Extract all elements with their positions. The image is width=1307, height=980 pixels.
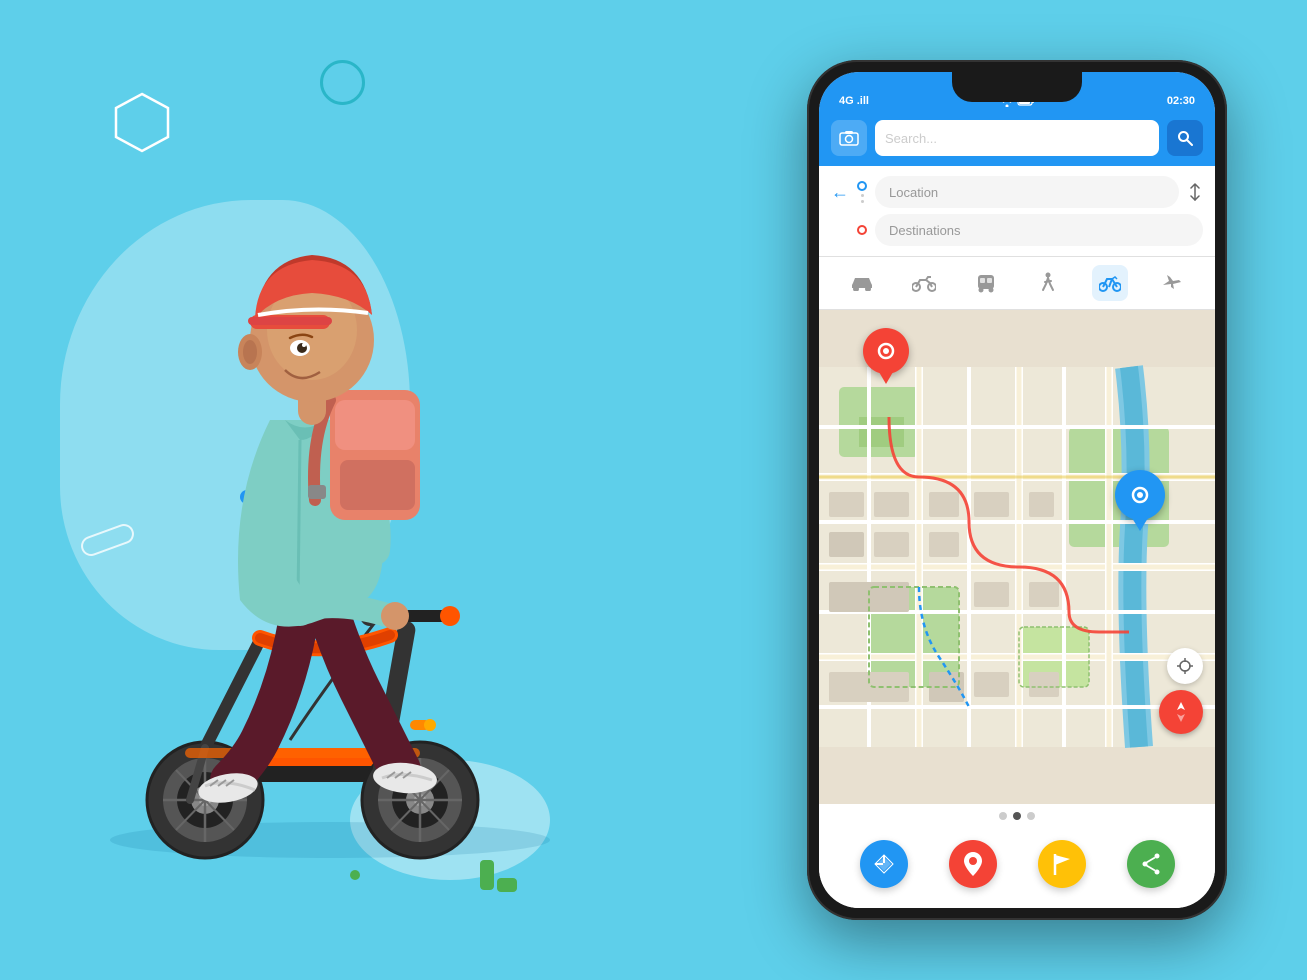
search-placeholder: Search... bbox=[885, 131, 937, 146]
dash-green-2 bbox=[497, 878, 517, 892]
transport-other[interactable] bbox=[1154, 265, 1190, 301]
status-left-text: 4G .ill bbox=[839, 95, 869, 107]
location-from-input[interactable]: Location bbox=[875, 176, 1179, 208]
map-area[interactable] bbox=[819, 310, 1215, 804]
compass-navigate-button[interactable] bbox=[1159, 690, 1203, 734]
destination-pin bbox=[1115, 470, 1165, 531]
share-button[interactable] bbox=[1127, 840, 1175, 888]
search-input-area[interactable]: Search... bbox=[875, 120, 1159, 156]
map-svg bbox=[819, 310, 1215, 804]
location-from-row: ← Location bbox=[831, 176, 1203, 208]
location-to-input[interactable]: Destinations bbox=[875, 214, 1203, 246]
location-area: ← Location bbox=[819, 166, 1215, 257]
phone-notch bbox=[952, 72, 1082, 102]
locate-button[interactable] bbox=[1167, 648, 1203, 684]
flag-button[interactable] bbox=[1038, 840, 1086, 888]
phone-outer: 4G .ill bbox=[807, 60, 1227, 920]
app-search-bar: Search... bbox=[819, 112, 1215, 166]
location-from-text: Location bbox=[889, 185, 938, 200]
transport-bicycle[interactable] bbox=[1092, 265, 1128, 301]
bottom-toolbar bbox=[819, 828, 1215, 908]
dot-1 bbox=[999, 812, 1007, 820]
dot-3 bbox=[1027, 812, 1035, 820]
status-right-text: 02:30 bbox=[1167, 95, 1195, 107]
camera-button[interactable] bbox=[831, 120, 867, 156]
navigate-button[interactable] bbox=[860, 840, 908, 888]
origin-pin bbox=[863, 328, 909, 384]
transport-motorbike[interactable] bbox=[906, 265, 942, 301]
search-button[interactable] bbox=[1167, 120, 1203, 156]
person-scooter-illustration bbox=[30, 80, 630, 880]
transport-bus[interactable] bbox=[968, 265, 1004, 301]
location-to-text: Destinations bbox=[889, 223, 961, 238]
main-container: 4G .ill bbox=[0, 0, 1307, 980]
transport-car[interactable] bbox=[844, 265, 880, 301]
transport-modes-bar bbox=[819, 257, 1215, 310]
connector-dot-1 bbox=[861, 194, 864, 197]
dots-indicator bbox=[819, 804, 1215, 828]
location-from-dot bbox=[857, 181, 867, 191]
transport-walk[interactable] bbox=[1030, 265, 1066, 301]
phone-screen: 4G .ill bbox=[819, 72, 1215, 908]
swap-button[interactable] bbox=[1187, 183, 1203, 201]
connector-dot-2 bbox=[861, 200, 864, 203]
back-button[interactable]: ← bbox=[831, 182, 849, 203]
location-to-row: Destinations bbox=[831, 214, 1203, 246]
dot-2 bbox=[1013, 812, 1021, 820]
phone-container: 4G .ill bbox=[807, 60, 1227, 920]
location-to-dot bbox=[857, 225, 867, 235]
pin-button[interactable] bbox=[949, 840, 997, 888]
